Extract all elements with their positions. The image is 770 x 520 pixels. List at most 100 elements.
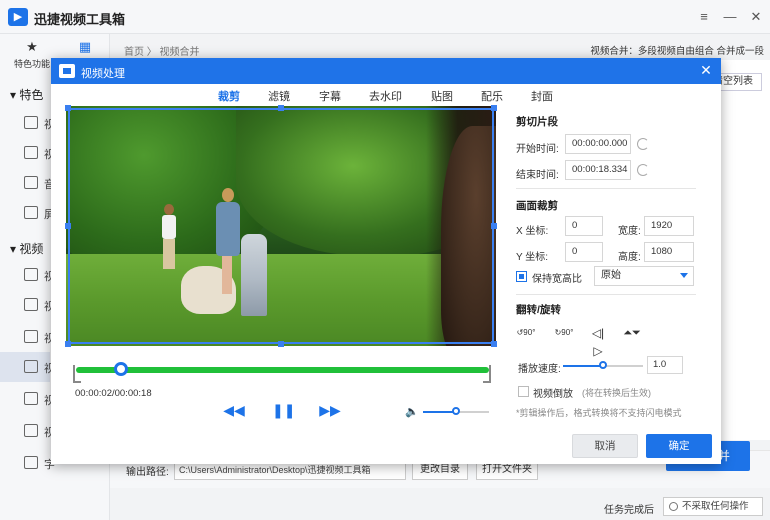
speed-knob[interactable] <box>599 361 607 369</box>
close-icon[interactable]: ✕ <box>748 9 764 25</box>
reverse-checkbox[interactable] <box>518 386 529 397</box>
sidebar-category-featured[interactable]: ▾ 特色 <box>10 86 43 103</box>
breadcrumb: 首页 〉 视频合并 <box>124 47 200 58</box>
trim-start-handle[interactable] <box>73 365 81 383</box>
clip-section-title: 剪切片段 <box>516 116 558 128</box>
dialog-title: 视频处理 <box>81 68 125 80</box>
crop-handle[interactable] <box>278 341 284 347</box>
sidebar-tab-featured[interactable]: ★ 特色功能 <box>7 40 57 70</box>
music-icon <box>24 424 38 437</box>
task-complete-label: 任务完成后 <box>604 505 654 516</box>
flip-vertical-icon[interactable]: ⏶⏷ <box>622 324 642 342</box>
end-time-label: 结束时间: <box>516 170 559 181</box>
section-divider <box>516 294 696 295</box>
sidebar-item[interactable]: 视 <box>0 108 55 138</box>
keep-ratio-label: 保持宽高比 <box>532 274 582 285</box>
section-divider <box>516 188 696 189</box>
playback-time: 00:00:02/00:00:18 <box>75 388 152 399</box>
tab-remove-watermark[interactable]: 去水印 <box>369 88 402 104</box>
chevron-down-icon <box>680 273 688 278</box>
task-complete-select[interactable]: 不采取任何操作 <box>663 497 763 516</box>
start-time-label: 开始时间: <box>516 144 559 155</box>
speed-field[interactable]: 1.0 <box>647 356 683 374</box>
width-label: 宽度: <box>618 226 641 237</box>
rotate-left-icon[interactable]: ↺90° <box>516 324 536 342</box>
star-icon: ★ <box>26 39 38 54</box>
y-coordinate-field[interactable]: 0 <box>565 242 603 262</box>
x-coordinate-label: X 坐标: <box>516 226 549 237</box>
pause-icon[interactable]: ❚❚ <box>272 402 295 419</box>
rotate-right-icon[interactable]: ↻90° <box>554 324 574 342</box>
sidebar-item[interactable]: 视 <box>0 384 55 414</box>
reverse-note: (将在转换后生效) <box>582 388 651 398</box>
reverse-label: 视频倒放 <box>533 389 573 400</box>
video-icon: ▦ <box>78 39 92 54</box>
crop-handle[interactable] <box>491 341 497 347</box>
crop-handle[interactable] <box>278 105 284 111</box>
video-icon <box>24 298 38 311</box>
text-icon <box>24 456 38 469</box>
dialog-tabs: 裁剪 滤镜 字幕 去水印 贴图 配乐 封面 <box>51 84 721 106</box>
audio-icon <box>24 176 38 189</box>
tab-filter[interactable]: 滤镜 <box>268 88 290 104</box>
timeline-track[interactable] <box>76 367 489 373</box>
sidebar-item[interactable]: 视 <box>0 260 55 290</box>
circle-icon <box>669 502 678 511</box>
reset-end-icon[interactable] <box>637 164 649 176</box>
video-processing-dialog: 视频处理 ✕ 裁剪 滤镜 字幕 去水印 贴图 配乐 封面 00:00:02/00… <box>51 58 721 464</box>
tab-music[interactable]: 配乐 <box>481 88 503 104</box>
x-coordinate-field[interactable]: 0 <box>565 216 603 236</box>
playhead-knob[interactable] <box>114 362 129 376</box>
toolbox-icon <box>59 64 75 78</box>
dialog-titlebar: 视频处理 ✕ <box>51 58 721 84</box>
video-merge-icon <box>24 360 38 373</box>
rotate-section-title: 翻转/旋转 <box>516 304 561 316</box>
video-icon <box>24 268 38 281</box>
tab-cover[interactable]: 封面 <box>531 88 553 104</box>
ok-button[interactable]: 确定 <box>646 434 712 458</box>
app-name: 迅捷视频工具箱 <box>34 12 126 27</box>
crop-frame[interactable] <box>68 108 494 344</box>
sidebar-item[interactable]: 视 <box>0 416 55 446</box>
footer: 任务完成后 不采取任何操作 <box>110 494 770 520</box>
sidebar-item[interactable]: 字 <box>0 448 55 478</box>
output-path-label: 输出路径: <box>126 467 169 478</box>
sidebar-category-video[interactable]: ▾ 视频 <box>10 240 43 257</box>
trim-end-handle[interactable] <box>483 365 491 383</box>
sidebar-tab-label: 特色功能 <box>13 59 50 69</box>
sidebar-item[interactable]: 视 <box>0 138 55 168</box>
end-time-field[interactable]: 00:00:18.334 <box>565 160 631 180</box>
width-field[interactable]: 1920 <box>644 216 694 236</box>
tab-sticker[interactable]: 贴图 <box>431 88 453 104</box>
minimize-icon[interactable]: — <box>722 9 738 24</box>
cancel-button[interactable]: 取消 <box>572 434 638 458</box>
keep-ratio-checkbox[interactable] <box>516 271 527 282</box>
volume-knob[interactable] <box>452 407 460 415</box>
start-time-field[interactable]: 00:00:00.000 <box>565 134 631 154</box>
menu-icon[interactable]: ≡ <box>696 9 712 24</box>
crop-handle[interactable] <box>65 105 71 111</box>
screen-icon <box>24 206 38 219</box>
tab-subtitle[interactable]: 字幕 <box>319 88 341 104</box>
crop-handle[interactable] <box>491 105 497 111</box>
fast-forward-icon[interactable]: ▶▶ <box>319 402 341 419</box>
dialog-close-icon[interactable]: ✕ <box>697 61 715 79</box>
reset-start-icon[interactable] <box>637 138 649 150</box>
sidebar-item[interactable]: 屏 <box>0 198 55 228</box>
y-coordinate-label: Y 坐标: <box>516 252 549 263</box>
volume-icon[interactable]: 🔈 <box>405 405 419 418</box>
sidebar-item-video-merge[interactable]: 视 <box>0 352 55 382</box>
height-field[interactable]: 1080 <box>644 242 694 262</box>
rewind-icon[interactable]: ◀◀ <box>223 402 245 419</box>
sidebar-item[interactable]: 音 <box>0 168 55 198</box>
sidebar-tab-video[interactable]: ▦ <box>60 40 110 57</box>
sidebar-item[interactable]: 视 <box>0 322 55 352</box>
crop-handle[interactable] <box>65 341 71 347</box>
flip-horizontal-icon[interactable]: ◁|▷ <box>588 324 608 358</box>
crop-handle[interactable] <box>491 223 497 229</box>
height-label: 高度: <box>618 252 641 263</box>
crop-handle[interactable] <box>65 223 71 229</box>
sidebar-item[interactable]: 视 <box>0 290 55 320</box>
tab-crop[interactable]: 裁剪 <box>218 88 240 104</box>
aspect-ratio-select[interactable]: 原始 <box>594 266 694 286</box>
